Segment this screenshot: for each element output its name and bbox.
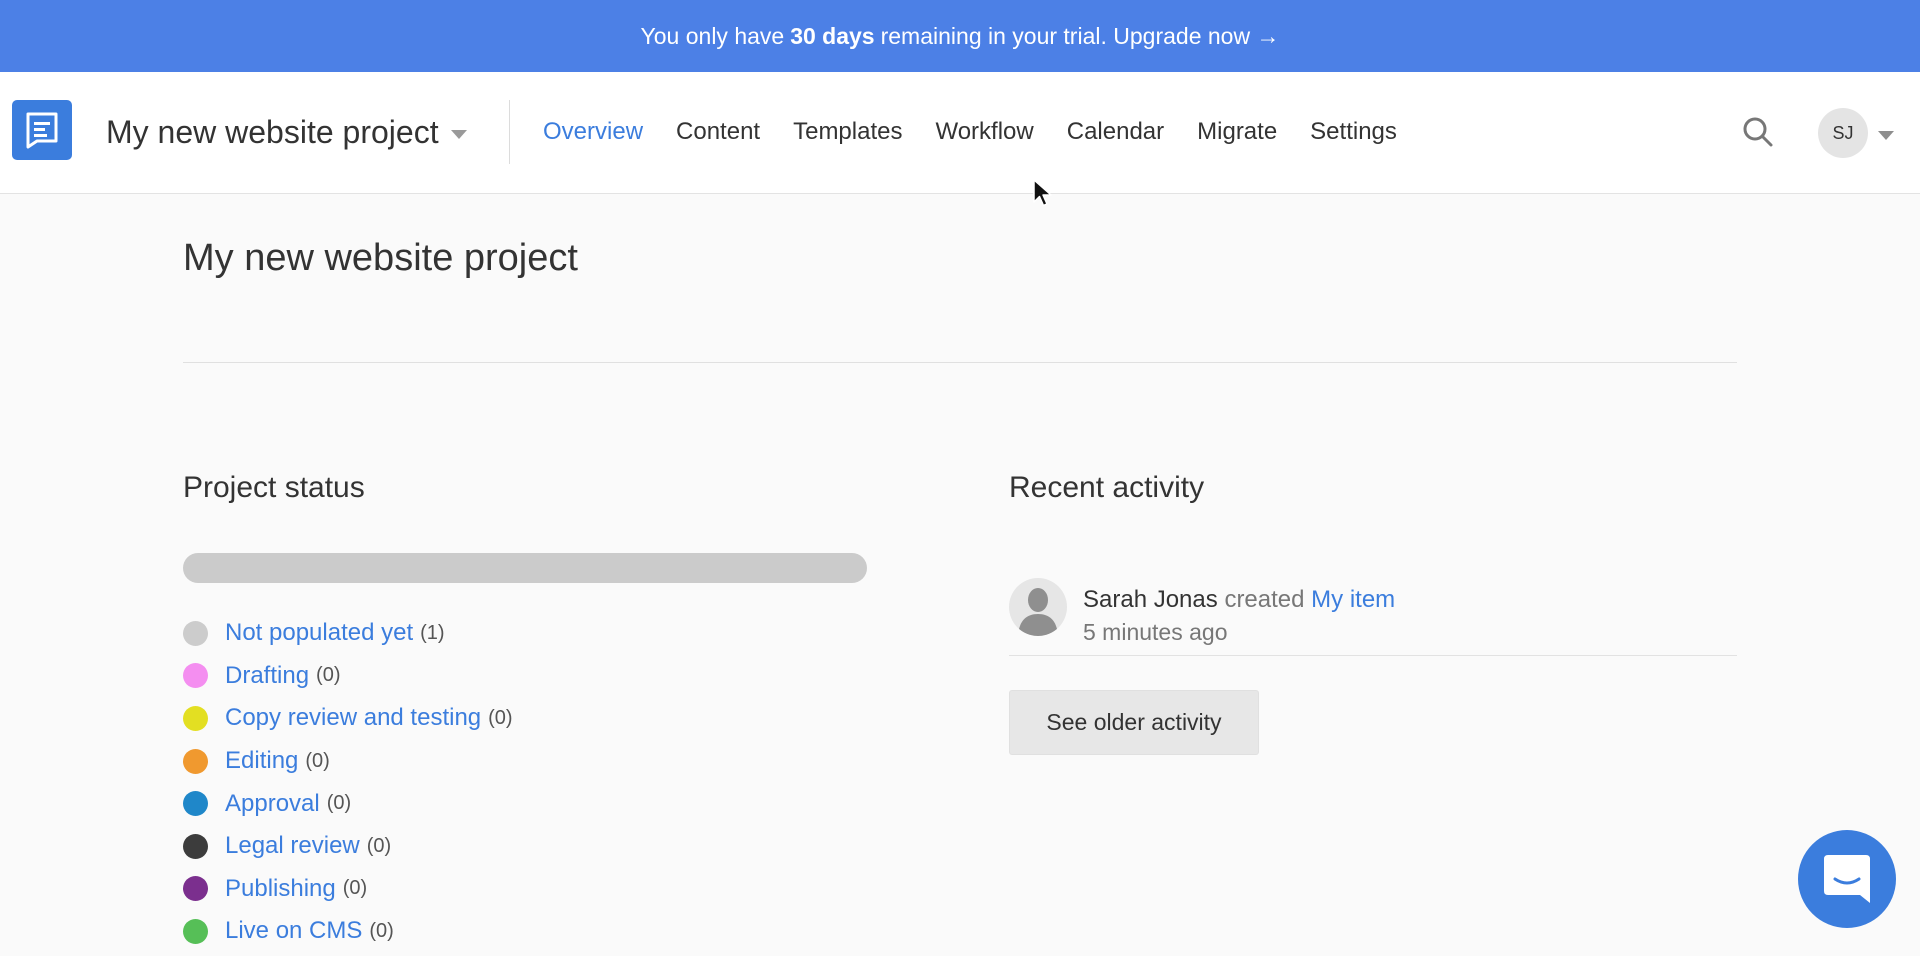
status-item-not-populated: Not populated yet (1) (183, 612, 513, 655)
status-item-copy-review: Copy review and testing (0) (183, 697, 513, 740)
chat-icon (1824, 855, 1870, 903)
status-link[interactable]: Approval (225, 790, 320, 818)
status-link[interactable]: Editing (225, 747, 298, 775)
tab-migrate[interactable]: Migrate (1197, 118, 1277, 146)
status-link[interactable]: Live on CMS (225, 917, 362, 945)
project-progress-bar (183, 553, 867, 583)
activity-item: Sarah Jonas created My item 5 minutes ag… (1009, 578, 1737, 656)
status-count: (0) (342, 877, 368, 900)
search-icon (1743, 117, 1773, 147)
status-item-live-on-cms: Live on CMS (0) (183, 910, 513, 953)
trial-banner-suffix: remaining in your trial. Upgrade now → (880, 22, 1280, 49)
top-navigation: My new website project Overview Content … (0, 72, 1920, 194)
activity-timestamp: 5 minutes ago (1083, 619, 1228, 645)
status-dot (183, 918, 208, 944)
status-count: (0) (326, 792, 352, 815)
trial-banner-prefix: You only have (640, 22, 785, 49)
nav-divider (509, 100, 510, 164)
project-status-heading: Project status (183, 471, 365, 504)
status-link[interactable]: Not populated yet (225, 619, 413, 647)
trial-banner[interactable]: You only have 30 days remaining in your … (0, 0, 1920, 72)
status-dot (183, 791, 208, 817)
project-name: My new website project (106, 113, 439, 150)
status-link[interactable]: Publishing (225, 875, 336, 903)
chevron-down-icon (450, 129, 467, 139)
status-count: (0) (488, 706, 513, 729)
status-list: Not populated yet (1) Drafting (0) Copy … (183, 612, 513, 953)
status-count: (0) (305, 749, 330, 772)
document-logo-icon (26, 112, 58, 149)
tab-calendar[interactable]: Calendar (1067, 118, 1164, 146)
status-item-editing: Editing (0) (183, 740, 513, 783)
avatar: SJ (1818, 108, 1868, 158)
user-silhouette-icon (1018, 588, 1058, 636)
page-title: My new website project (183, 237, 578, 279)
status-dot (183, 620, 208, 646)
status-count: (0) (369, 919, 394, 942)
tab-settings[interactable]: Settings (1310, 118, 1397, 146)
mouse-cursor-icon (1033, 179, 1052, 207)
app-logo[interactable] (12, 100, 72, 160)
status-item-drafting: Drafting (0) (183, 655, 513, 698)
status-dot (183, 833, 208, 859)
tab-templates[interactable]: Templates (793, 118, 902, 146)
status-link[interactable]: Legal review (225, 832, 360, 860)
search-button[interactable] (1742, 116, 1774, 148)
recent-activity-heading: Recent activity (1009, 471, 1205, 504)
tab-overview[interactable]: Overview (543, 118, 643, 146)
project-switcher[interactable]: My new website project (106, 112, 467, 152)
activity-description: Sarah Jonas created My item (1083, 586, 1395, 614)
status-item-legal-review: Legal review (0) (183, 825, 513, 868)
see-older-activity-button[interactable]: See older activity (1009, 690, 1259, 755)
chevron-down-icon (1878, 130, 1894, 140)
tab-workflow[interactable]: Workflow (935, 118, 1033, 146)
status-dot (183, 748, 208, 774)
user-avatar (1009, 578, 1067, 636)
status-count: (1) (420, 621, 445, 644)
tab-content[interactable]: Content (676, 118, 760, 146)
status-link[interactable]: Copy review and testing (225, 704, 481, 732)
status-dot (183, 876, 208, 902)
status-dot (183, 663, 208, 689)
chat-launcher-button[interactable] (1798, 830, 1896, 928)
status-item-approval: Approval (0) (183, 782, 513, 825)
status-item-publishing: Publishing (0) (183, 868, 513, 911)
activity-verb: created (1224, 586, 1305, 613)
status-count: (0) (366, 834, 392, 857)
title-divider (183, 362, 1737, 363)
main-tabs: Overview Content Templates Workflow Cale… (543, 112, 1430, 152)
user-menu[interactable]: SJ (1818, 108, 1894, 158)
activity-item-link[interactable]: My item (1311, 586, 1395, 613)
status-count: (0) (316, 664, 341, 687)
status-link[interactable]: Drafting (225, 662, 309, 690)
activity-user: Sarah Jonas (1083, 586, 1218, 613)
status-dot (183, 705, 208, 731)
trial-days: 30 days (790, 22, 875, 49)
